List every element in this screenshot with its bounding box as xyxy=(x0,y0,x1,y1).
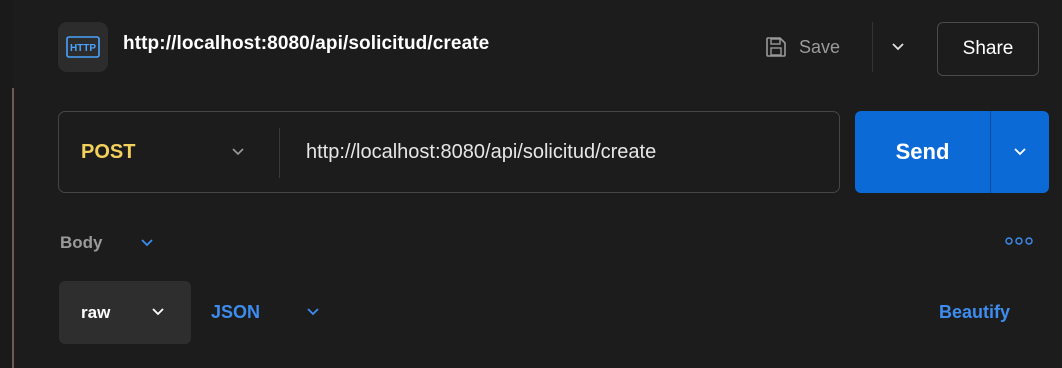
share-button[interactable]: Share xyxy=(937,22,1039,76)
save-button[interactable]: Save xyxy=(755,22,850,72)
body-label[interactable]: Body xyxy=(60,233,103,253)
url-input[interactable] xyxy=(306,136,826,168)
body-mode-label: raw xyxy=(81,303,111,322)
body-mode-select[interactable]: raw xyxy=(59,281,191,344)
language-chevron-icon[interactable] xyxy=(301,300,325,324)
method-select[interactable]: POST xyxy=(81,141,135,164)
url-divider xyxy=(279,128,280,178)
chevron-down-icon xyxy=(146,300,170,324)
send-options-button[interactable] xyxy=(991,111,1049,193)
beautify-button[interactable]: Beautify xyxy=(939,302,1010,323)
more-options-icon[interactable] xyxy=(1003,233,1035,249)
method-chevron-icon[interactable] xyxy=(226,140,250,164)
save-icon xyxy=(766,37,786,57)
chevron-down-icon xyxy=(1014,148,1026,156)
save-label: Save xyxy=(799,36,841,57)
request-title[interactable]: http://localhost:8080/api/solicitud/crea… xyxy=(123,33,489,55)
save-options-button[interactable] xyxy=(880,22,916,72)
chevron-down-icon xyxy=(892,43,904,51)
sidebar-divider[interactable] xyxy=(12,88,14,368)
save-divider xyxy=(872,22,873,72)
svg-text:HTTP: HTTP xyxy=(70,43,96,54)
body-chevron-icon[interactable] xyxy=(136,232,158,254)
send-button[interactable]: Send xyxy=(855,111,990,193)
http-file-icon: HTTP xyxy=(58,22,108,72)
request-panel: HTTP http://localhost:8080/api/solicitud… xyxy=(0,0,1062,368)
url-bar: POST xyxy=(58,111,840,193)
language-select[interactable]: JSON xyxy=(211,302,260,323)
